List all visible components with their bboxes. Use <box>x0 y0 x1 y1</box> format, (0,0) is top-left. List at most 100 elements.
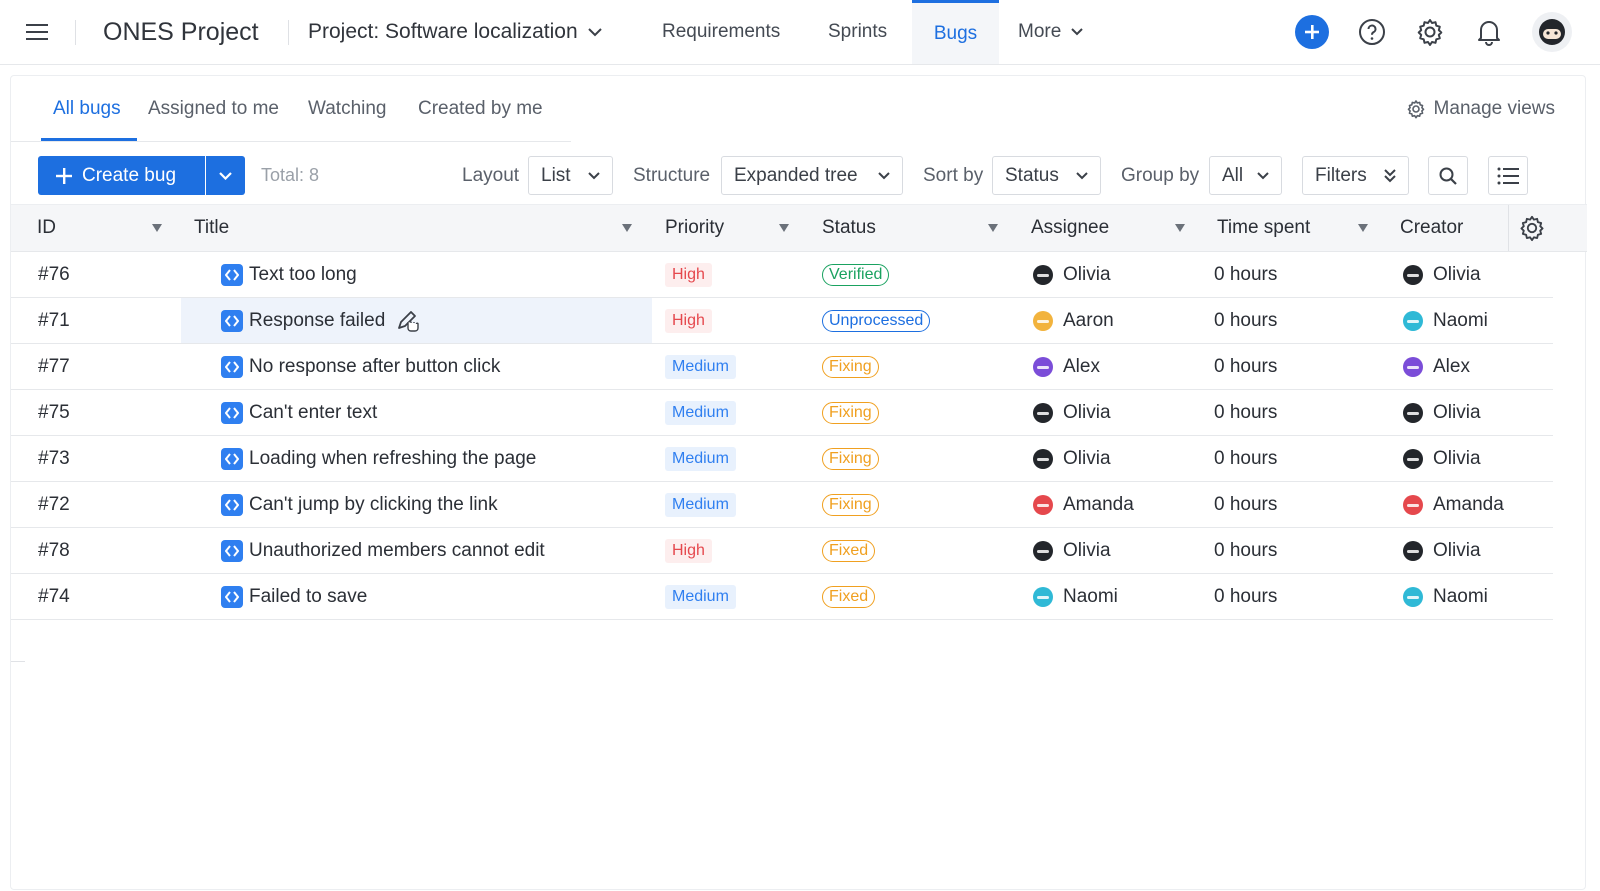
create-bug-button[interactable]: Create bug <box>38 156 205 195</box>
creator-cell: Olivia <box>1403 252 1481 297</box>
assignee-name: Naomi <box>1063 585 1118 607</box>
priority-badge[interactable]: Medium <box>665 354 736 379</box>
sort-by-select[interactable]: Status <box>992 156 1101 195</box>
settings-gear-icon[interactable] <box>1412 14 1448 50</box>
project-selector[interactable]: Project: Software localization <box>308 0 602 64</box>
bug-title-cell[interactable]: No response after button click <box>221 344 500 389</box>
edit-pencil-icon[interactable] <box>395 308 421 334</box>
project-label: Project: Software localization <box>308 20 578 43</box>
table-row[interactable]: #72 Can't jump by clicking the link Medium… <box>11 482 1553 528</box>
table-row[interactable]: #76 Text too long High Verified Olivia 0 hour… <box>11 252 1553 298</box>
table-row[interactable]: #78 Unauthorized members cannot edit High F… <box>11 528 1553 574</box>
bug-title-cell[interactable]: Can't enter text <box>221 390 377 435</box>
sort-caret-icon[interactable] <box>1358 224 1368 232</box>
search-button[interactable] <box>1428 156 1468 195</box>
list-icon <box>1497 167 1519 184</box>
sort-caret-icon[interactable] <box>622 224 632 232</box>
column-status[interactable]: Status <box>822 205 876 251</box>
priority-badge[interactable]: Medium <box>665 400 736 425</box>
sort-caret-icon[interactable] <box>779 224 789 232</box>
status-badge[interactable]: Fixed <box>822 539 876 562</box>
search-icon <box>1439 167 1457 185</box>
sort-caret-icon[interactable] <box>152 224 162 232</box>
status-badge[interactable]: Fixing <box>822 493 879 516</box>
bug-title-cell[interactable]: Text too long <box>221 252 357 297</box>
manage-views-label: Manage views <box>1433 98 1555 119</box>
bug-title-cell[interactable]: Response failed <box>221 298 421 343</box>
notification-bell-icon[interactable] <box>1471 14 1507 50</box>
tab-all-bugs[interactable]: All bugs <box>53 76 121 142</box>
column-title[interactable]: Title <box>194 205 229 251</box>
bug-title[interactable]: Unauthorized members cannot edit <box>249 540 545 562</box>
bug-title[interactable]: Failed to save <box>249 586 367 608</box>
tab-watching[interactable]: Watching <box>308 76 387 142</box>
hamburger-menu-icon[interactable] <box>24 0 50 64</box>
tab-assigned-to-me[interactable]: Assigned to me <box>148 76 279 142</box>
status-badge[interactable]: Fixing <box>822 447 879 470</box>
list-view-button[interactable] <box>1488 156 1528 195</box>
assignee-cell[interactable]: Olivia <box>1033 390 1111 435</box>
group-by-select[interactable]: All <box>1209 156 1282 195</box>
bug-title[interactable]: Can't jump by clicking the link <box>249 494 498 516</box>
structure-select[interactable]: Expanded tree <box>721 156 903 195</box>
priority-badge[interactable]: Medium <box>665 492 736 517</box>
bug-title-cell[interactable]: Loading when refreshing the page <box>221 436 536 481</box>
column-time-spent[interactable]: Time spent <box>1217 205 1310 251</box>
priority-badge[interactable]: Medium <box>665 584 736 609</box>
column-assignee[interactable]: Assignee <box>1031 205 1109 251</box>
bug-title-cell[interactable]: Unauthorized members cannot edit <box>221 528 545 573</box>
status-badge[interactable]: Fixing <box>822 401 879 424</box>
assignee-cell[interactable]: Aaron <box>1033 298 1114 343</box>
layout-select[interactable]: List <box>528 156 613 195</box>
assignee-cell[interactable]: Olivia <box>1033 252 1111 297</box>
tab-created-by-me[interactable]: Created by me <box>418 76 543 142</box>
sort-caret-icon[interactable] <box>1175 224 1185 232</box>
assignee-avatar <box>1033 540 1053 561</box>
table-row[interactable]: #75 Can't enter text Medium Fixing Olivia 0 h… <box>11 390 1553 436</box>
assignee-cell[interactable]: Amanda <box>1033 482 1134 527</box>
bug-title[interactable]: Loading when refreshing the page <box>249 448 536 470</box>
bug-title[interactable]: No response after button click <box>249 356 500 378</box>
structure-value: Expanded tree <box>734 164 858 186</box>
nav-more[interactable]: More <box>1018 0 1084 64</box>
table-row[interactable]: #74 Failed to save Medium Fixed Naomi 0 hours… <box>11 574 1553 620</box>
nav-sprints[interactable]: Sprints <box>828 0 887 64</box>
assignee-cell[interactable]: Naomi <box>1033 574 1118 619</box>
status-badge[interactable]: Unprocessed <box>822 309 931 332</box>
create-plus-button[interactable] <box>1295 15 1329 49</box>
assignee-cell[interactable]: Alex <box>1033 344 1100 389</box>
priority-badge[interactable]: High <box>665 538 712 563</box>
status-badge[interactable]: Verified <box>822 263 890 286</box>
manage-views-button[interactable]: Manage views <box>1406 76 1555 142</box>
priority-badge[interactable]: High <box>665 308 712 333</box>
priority-badge[interactable]: Medium <box>665 446 736 471</box>
sort-caret-icon[interactable] <box>988 224 998 232</box>
table-row[interactable]: #77 No response after button click Medium F… <box>11 344 1553 390</box>
column-settings-button[interactable] <box>1508 205 1555 251</box>
assignee-cell[interactable]: Olivia <box>1033 528 1111 573</box>
assignee-cell[interactable]: Olivia <box>1033 436 1111 481</box>
column-creator[interactable]: Creator <box>1400 205 1463 251</box>
column-priority[interactable]: Priority <box>665 205 724 251</box>
priority-badge[interactable]: High <box>665 262 712 287</box>
status-badge[interactable]: Fixed <box>822 585 876 608</box>
creator-cell: Olivia <box>1403 436 1481 481</box>
filters-button[interactable]: Filters <box>1302 156 1409 195</box>
nav-bugs[interactable]: Bugs <box>912 0 999 64</box>
creator-name: Olivia <box>1433 401 1481 423</box>
creator-name: Naomi <box>1433 585 1488 607</box>
table-row[interactable]: #71 Response failed High Unprocessed Aaron 0 … <box>11 298 1553 344</box>
user-avatar[interactable] <box>1532 12 1572 52</box>
bug-title[interactable]: Can't enter text <box>249 402 377 424</box>
create-bug-dropdown[interactable] <box>206 156 245 195</box>
bug-title[interactable]: Response failed <box>249 310 385 332</box>
creator-name: Amanda <box>1433 493 1504 515</box>
table-row[interactable]: #73 Loading when refreshing the page Mediu… <box>11 436 1553 482</box>
nav-requirements[interactable]: Requirements <box>662 0 780 64</box>
bug-title-cell[interactable]: Can't jump by clicking the link <box>221 482 498 527</box>
column-id[interactable]: ID <box>37 205 56 251</box>
help-icon[interactable] <box>1354 14 1390 50</box>
bug-title[interactable]: Text too long <box>249 264 357 286</box>
bug-title-cell[interactable]: Failed to save <box>221 574 367 619</box>
status-badge[interactable]: Fixing <box>822 355 879 378</box>
